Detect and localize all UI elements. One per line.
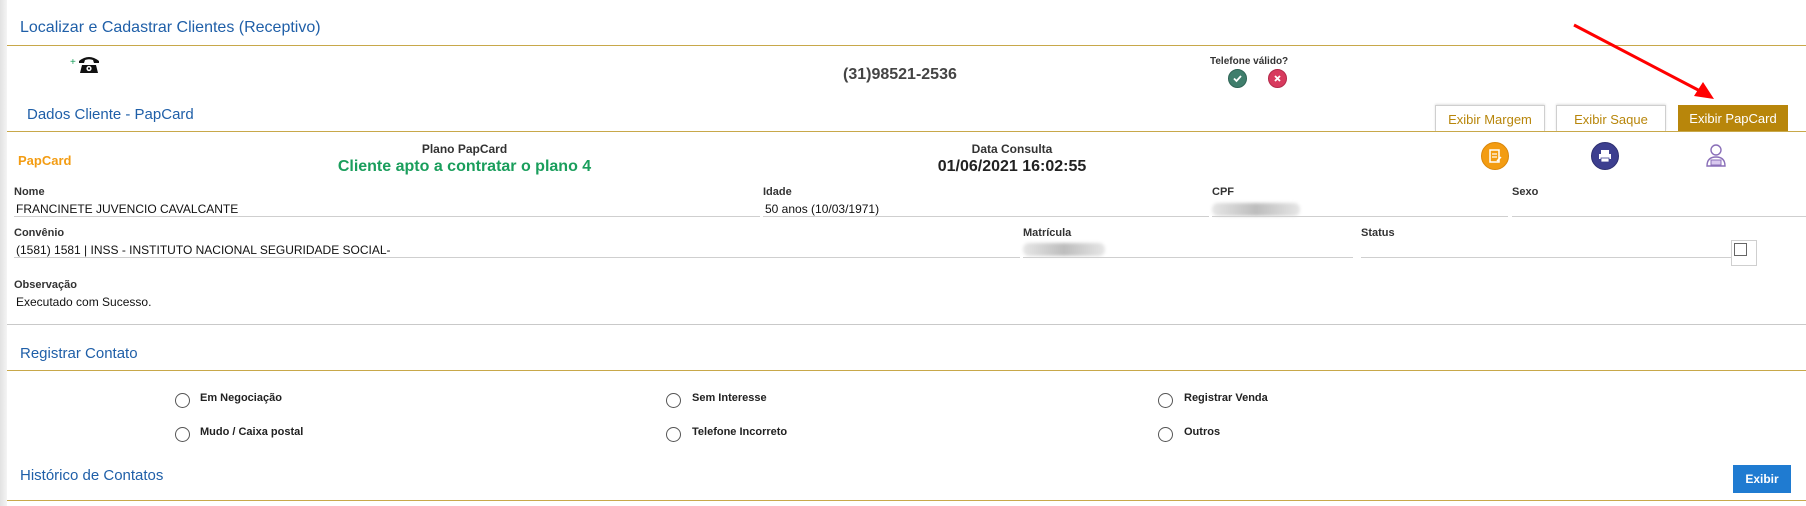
radio-mudo-caixa-postal[interactable] — [175, 427, 190, 442]
status-checkbox[interactable] — [1731, 240, 1757, 266]
nome-value: FRANCINETE JUVENCIO CAVALCANTE — [16, 202, 239, 216]
plano-value: Cliente apto a contratar o plano 4 — [337, 158, 592, 175]
exibir-papcard-button[interactable]: Exibir PapCard — [1678, 105, 1788, 131]
left-shadow — [0, 0, 7, 506]
plano-label: Plano PapCard — [421, 142, 508, 156]
telephone-icon — [77, 54, 101, 74]
section-title-dados-cliente: Dados Cliente - PapCard — [27, 106, 194, 123]
idade-underline — [763, 216, 1209, 217]
radio-outros[interactable] — [1158, 427, 1173, 442]
registrar-divider — [7, 370, 1806, 371]
convenio-value: (1581) 1581 | INSS - INSTITUTO NACIONAL … — [16, 243, 391, 257]
status-checkbox-box[interactable] — [1734, 243, 1747, 256]
cpf-label: CPF — [1212, 186, 1234, 198]
dados-divider — [7, 131, 1806, 132]
idade-value: 50 anos (10/03/1971) — [765, 202, 880, 216]
status-label: Status — [1361, 227, 1395, 239]
radio-registrar-venda[interactable] — [1158, 393, 1173, 408]
radio-sem-interesse[interactable] — [666, 393, 681, 408]
radio-label-sem-interesse: Sem Interesse — [692, 392, 767, 404]
radio-label-em-negociacao: Em Negociação — [200, 392, 282, 404]
page: Localizar e Cadastrar Clientes (Receptiv… — [7, 0, 1806, 506]
observacao-value: Executado com Sucesso. — [16, 295, 152, 309]
idade-label: Idade — [763, 186, 792, 198]
matricula-underline — [1023, 257, 1353, 258]
document-edit-icon[interactable] — [1481, 142, 1509, 170]
observacao-divider — [7, 324, 1806, 325]
radio-telefone-incorreto[interactable] — [666, 427, 681, 442]
data-consulta-value: 01/06/2021 16:02:55 — [937, 158, 1087, 175]
section-title-historico-contatos: Histórico de Contatos — [20, 467, 164, 484]
printer-icon[interactable] — [1591, 142, 1619, 170]
annotation-arrow-icon — [1572, 22, 1722, 102]
sexo-underline — [1512, 216, 1806, 217]
phone-number: (31)98521-2536 — [843, 66, 957, 83]
radio-em-negociacao[interactable] — [175, 393, 190, 408]
check-icon[interactable] — [1228, 69, 1247, 88]
radio-label-telefone-incorreto: Telefone Incorreto — [692, 426, 788, 438]
exibir-margem-button[interactable]: Exibir Margem — [1435, 105, 1545, 131]
sexo-label: Sexo — [1512, 186, 1539, 198]
page-title: Localizar e Cadastrar Clientes (Receptiv… — [20, 19, 321, 36]
cpf-underline — [1212, 216, 1508, 217]
exibir-saque-button[interactable]: Exibir Saque — [1556, 105, 1666, 131]
convenio-label: Convênio — [14, 227, 65, 239]
nome-underline — [14, 216, 760, 217]
historico-divider — [7, 500, 1806, 501]
cpf-value-redacted — [1212, 203, 1300, 216]
data-consulta-label: Data Consulta — [971, 142, 1053, 156]
papcard-brand: PapCard — [18, 153, 72, 168]
convenio-underline — [14, 257, 1020, 258]
header-divider — [7, 45, 1806, 46]
radio-label-registrar-venda: Registrar Venda — [1184, 392, 1268, 404]
exibir-historico-button[interactable]: Exibir — [1733, 465, 1791, 493]
radio-label-outros: Outros — [1184, 426, 1221, 438]
matricula-value-redacted — [1023, 243, 1105, 256]
radio-label-mudo-caixa-postal: Mudo / Caixa postal — [200, 426, 304, 438]
observacao-label: Observação — [14, 279, 77, 291]
nome-label: Nome — [14, 186, 45, 198]
matricula-label: Matrícula — [1023, 227, 1072, 239]
status-underline — [1361, 257, 1731, 258]
plus-marker: + — [70, 57, 76, 68]
close-icon[interactable] — [1268, 69, 1287, 88]
section-title-registrar-contato: Registrar Contato — [20, 345, 138, 362]
user-profile-icon[interactable] — [1703, 142, 1729, 168]
phone-valid-label: Telefone válido? — [1210, 56, 1289, 67]
